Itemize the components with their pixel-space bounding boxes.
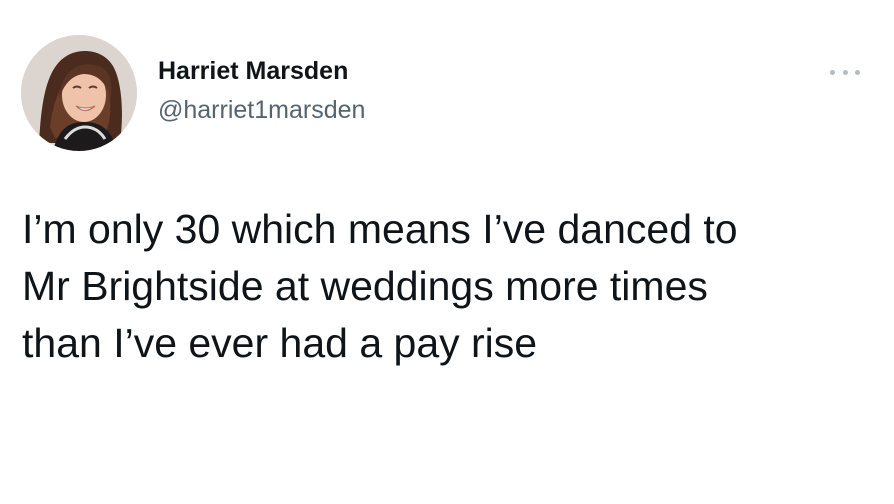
display-name[interactable]: Harriet Marsden bbox=[158, 54, 348, 88]
more-options-icon[interactable] bbox=[830, 62, 860, 82]
avatar[interactable] bbox=[21, 35, 137, 151]
user-handle[interactable]: @harriet1marsden bbox=[158, 93, 365, 127]
tweet-line-2: Mr Brightside at weddings more times bbox=[22, 263, 708, 309]
more-options-dot-3 bbox=[855, 69, 860, 75]
more-options-dot-2 bbox=[842, 69, 848, 75]
tweet-text: I’m only 30 which means I’ve danced to M… bbox=[22, 201, 882, 372]
more-options-dot-1 bbox=[830, 69, 835, 75]
avatar-image bbox=[21, 35, 137, 151]
tweet-card: Harriet Marsden @harriet1marsden I’m onl… bbox=[0, 0, 894, 504]
tweet-line-3: than I’ve ever had a pay rise bbox=[22, 320, 538, 366]
tweet-line-1: I’m only 30 which means I’ve danced to bbox=[22, 206, 738, 252]
